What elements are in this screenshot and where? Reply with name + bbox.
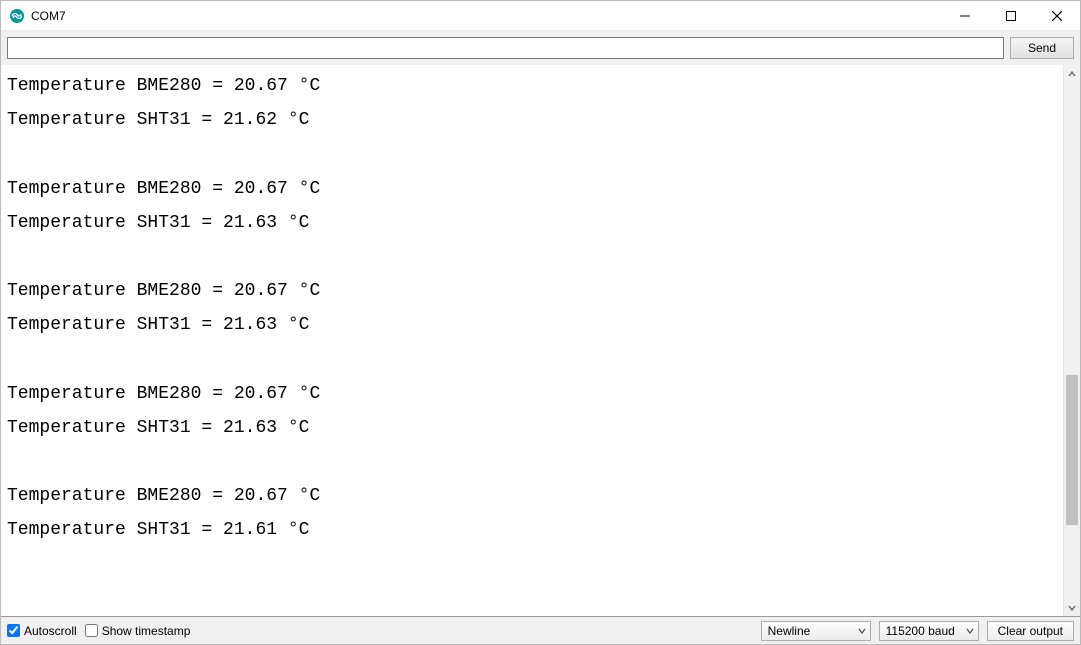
send-button[interactable]: Send (1010, 37, 1074, 59)
serial-input[interactable] (7, 37, 1004, 59)
chevron-down-icon (858, 627, 866, 635)
line-ending-value: Newline (768, 624, 811, 638)
show-timestamp-label: Show timestamp (102, 624, 191, 638)
bottom-bar: Autoscroll Show timestamp Newline 115200… (1, 616, 1080, 644)
maximize-button[interactable] (988, 1, 1034, 31)
scroll-thumb[interactable] (1066, 375, 1078, 525)
baud-rate-value: 115200 baud (886, 624, 955, 638)
minimize-button[interactable] (942, 1, 988, 31)
input-row: Send (1, 31, 1080, 65)
scroll-up-arrow-icon[interactable] (1064, 65, 1080, 82)
line-ending-select[interactable]: Newline (761, 621, 871, 641)
autoscroll-checkbox[interactable]: Autoscroll (7, 624, 77, 638)
close-button[interactable] (1034, 1, 1080, 31)
serial-monitor-window: COM7 Send Temperature BME280 = 20.67 °C … (0, 0, 1081, 645)
arduino-icon (9, 8, 25, 24)
titlebar: COM7 (1, 1, 1080, 31)
autoscroll-label: Autoscroll (24, 624, 77, 638)
console-area: Temperature BME280 = 20.67 °C Temperatur… (1, 65, 1080, 616)
window-title: COM7 (31, 9, 66, 23)
chevron-down-icon (966, 627, 974, 635)
serial-output[interactable]: Temperature BME280 = 20.67 °C Temperatur… (1, 65, 1063, 616)
baud-rate-select[interactable]: 115200 baud (879, 621, 979, 641)
autoscroll-checkbox-input[interactable] (7, 624, 20, 637)
show-timestamp-checkbox[interactable]: Show timestamp (85, 624, 191, 638)
vertical-scrollbar[interactable] (1063, 65, 1080, 616)
show-timestamp-checkbox-input[interactable] (85, 624, 98, 637)
scroll-down-arrow-icon[interactable] (1064, 599, 1080, 616)
clear-output-button[interactable]: Clear output (987, 621, 1074, 641)
